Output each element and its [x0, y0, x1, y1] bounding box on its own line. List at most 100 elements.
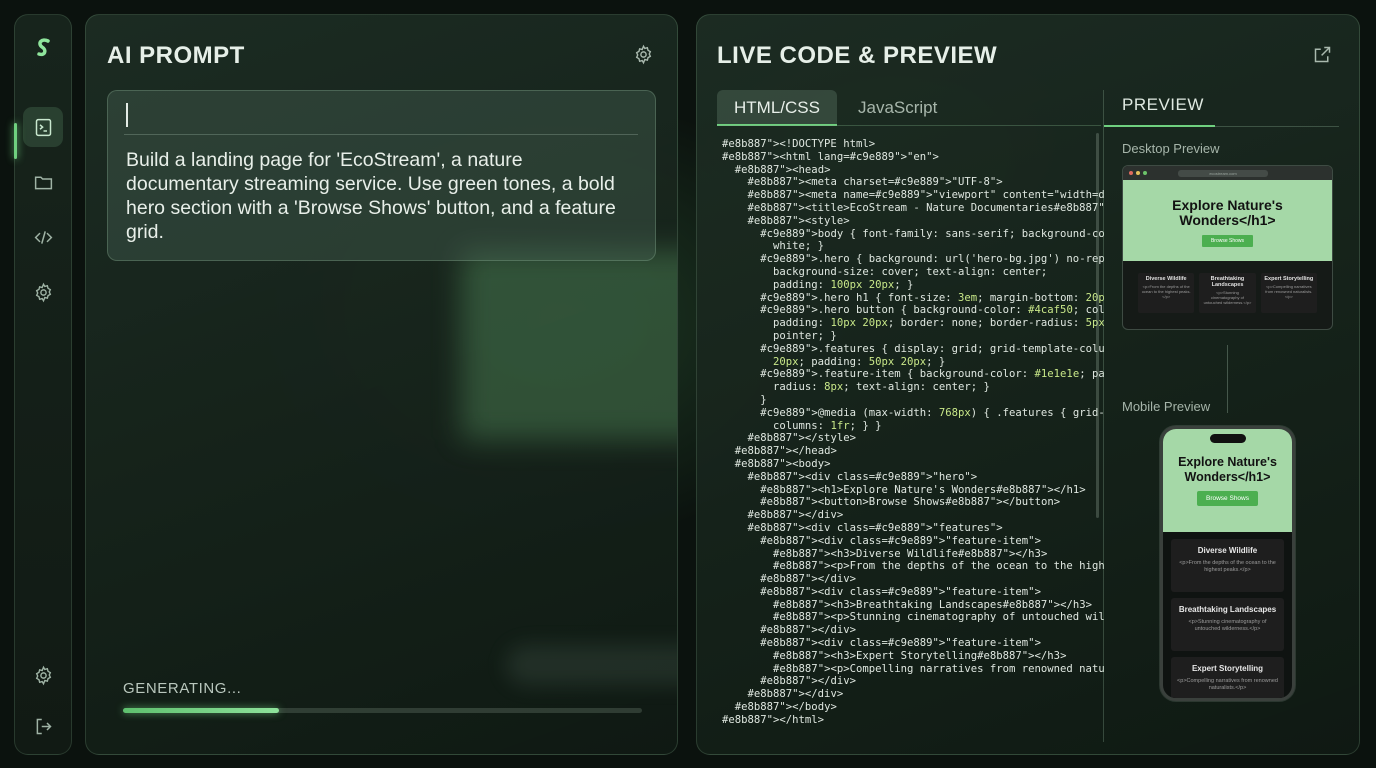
code-line: #e8b887"><style>: [747, 214, 850, 227]
code-line: #e8b887"></html>: [722, 713, 825, 726]
code-line: #e8b887"><div class=#c9e889">"feature-it…: [760, 585, 1041, 598]
feature-title: Expert Storytelling: [1264, 276, 1314, 282]
code-line: #e8b887"><h3>Diverse Wildlife#e8b887"></…: [773, 547, 1048, 560]
feature-text: <p>From the depths of the ocean to the h…: [1141, 284, 1191, 299]
minimize-dot-icon: [1136, 171, 1140, 175]
desktop-browse-button[interactable]: Browse Shows: [1201, 235, 1254, 247]
code-line: }: [722, 393, 767, 406]
terminal-file-icon: [35, 118, 51, 136]
feature-text: <p>From the depths of the ocean to the h…: [1179, 560, 1276, 573]
logo-icon: [37, 38, 50, 57]
preview-tab[interactable]: PREVIEW: [1122, 95, 1204, 115]
desktop-preview-label: Desktop Preview: [1122, 141, 1220, 156]
code-line: #e8b887"><div class=#c9e889">"feature-it…: [760, 534, 1041, 547]
code-line: pointer; }: [722, 329, 837, 342]
open-external-button[interactable]: [1308, 40, 1336, 68]
sidebar-logout[interactable]: [23, 706, 63, 746]
live-code-panel: LIVE CODE & PREVIEW HTML/CSS JavaScript …: [696, 14, 1360, 755]
sidebar-item-files[interactable]: [23, 162, 63, 202]
code-line: #e8b887"></div>: [747, 509, 844, 522]
desktop-feature-grid: Diverse Wildlife <p>From the depths of t…: [1123, 261, 1332, 313]
feature-title: Expert Storytelling: [1191, 664, 1264, 673]
prompt-input[interactable]: [124, 101, 638, 135]
code-line: #e8b887"><head>: [734, 163, 831, 176]
code-line: white; }: [722, 240, 825, 253]
tab-html-css[interactable]: HTML/CSS: [717, 90, 837, 126]
code-line: padding: 10px 20px; border: none; border…: [722, 317, 1104, 330]
feature-text: <p>Compelling narratives from renowned n…: [1265, 284, 1313, 299]
sidebar-bottom-settings[interactable]: [23, 655, 63, 695]
app-logo[interactable]: [29, 33, 59, 63]
mobile-feature-card: Breathtaking Landscapes <p>Stunning cine…: [1171, 598, 1284, 651]
code-line: #e8b887"></body>: [734, 701, 837, 714]
code-line: #c9e889">.hero button { background-color…: [760, 304, 1104, 317]
code-line: #e8b887"></div>: [760, 675, 856, 688]
mobile-preview[interactable]: Explore Nature's Wonders</h1> Browse Sho…: [1160, 426, 1295, 701]
sidebar-item-settings[interactable]: [23, 272, 63, 312]
prompt-text[interactable]: Build a landing page for 'EcoStream', a …: [126, 148, 636, 244]
code-line: #e8b887"><p>From the depths of the ocean…: [773, 560, 1104, 573]
gear-icon: [635, 44, 651, 64]
code-line: #e8b887"><h3>Breathtaking Landscapes#e8b…: [773, 598, 1092, 611]
code-line: #c9e889">.feature-item { background-colo…: [760, 368, 1104, 381]
active-indicator: [14, 123, 17, 159]
tab-javascript[interactable]: JavaScript: [841, 90, 954, 126]
panel-title: LIVE CODE & PREVIEW: [717, 42, 998, 69]
code-line: #e8b887"><h1>Explore Nature's Wonders#e8…: [760, 483, 1086, 496]
feature-text: <p>Stunning cinematography of untouched …: [1188, 619, 1267, 632]
mobile-browse-button[interactable]: Browse Shows: [1197, 491, 1258, 506]
feature-title: Diverse Wildlife: [1197, 546, 1258, 555]
folder-icon: [34, 176, 52, 189]
code-line: #c9e889">.features { display: grid; grid…: [760, 342, 1104, 355]
code-line: #e8b887"><meta charset=#c9e889">"UTF-8">: [747, 176, 1003, 189]
feature-text: <p>Compelling narratives from renowned n…: [1177, 678, 1278, 691]
code-line: radius: 8px; text-align: center; }: [722, 381, 990, 394]
code-line: padding: 100px 20px; }: [722, 278, 914, 291]
code-line: columns: 1fr; } }: [722, 419, 882, 432]
logout-icon: [36, 718, 52, 734]
desktop-hero: Explore Nature's Wonders</h1> Browse Sho…: [1123, 180, 1332, 261]
mobile-hero-title: Explore Nature's Wonders</h1>: [1178, 455, 1277, 484]
code-icon: [34, 230, 52, 244]
code-line: #e8b887"></style>: [747, 432, 856, 445]
desktop-feature-card: Diverse Wildlife <p>From the depths of t…: [1138, 273, 1195, 313]
desktop-preview[interactable]: ecostream.com Explore Nature's Wonders</…: [1122, 165, 1333, 330]
code-line: #e8b887"><title>EcoStream - Nature Docum…: [747, 201, 1104, 214]
code-line: 20px; padding: 50px 20px; }: [773, 355, 946, 368]
code-line: #e8b887"></head>: [734, 445, 837, 458]
sidebar: [14, 14, 72, 755]
preview-connector: [1227, 345, 1228, 413]
code-scrollbar[interactable]: [1096, 133, 1099, 518]
code-line: #e8b887"><!DOCTYPE html>: [722, 138, 876, 150]
panel-title: AI PROMPT: [107, 42, 245, 69]
code-line: #c9e889">.hero { background: url('hero-b…: [760, 253, 1104, 266]
mobile-feature-card: Expert Storytelling <p>Compelling narrat…: [1171, 657, 1284, 698]
prompt-box: Build a landing page for 'EcoStream', a …: [107, 90, 656, 261]
progress-fill: [123, 708, 279, 713]
ai-prompt-panel: AI PROMPT Build a landing page for 'EcoS…: [85, 14, 678, 755]
code-line: #c9e889">@media (max-width: 768px) { .fe…: [760, 406, 1104, 419]
code-line: #c9e889">body { font-family: sans-serif;…: [760, 227, 1104, 240]
desktop-feature-card: Expert Storytelling <p>Compelling narrat…: [1260, 273, 1317, 313]
mobile-preview-label: Mobile Preview: [1122, 399, 1211, 414]
code-line: #e8b887"></div>: [747, 688, 844, 701]
mobile-hero: Explore Nature's Wonders</h1> Browse Sho…: [1163, 429, 1292, 532]
code-line: #e8b887"><div class=#c9e889">"feature-it…: [760, 637, 1041, 650]
sidebar-item-code[interactable]: [23, 217, 63, 257]
panel-divider: [1103, 90, 1104, 742]
code-editor[interactable]: #e8b887"><!DOCTYPE html> #e8b887"><html l…: [722, 138, 1104, 738]
sidebar-item-prompt[interactable]: [23, 107, 63, 147]
mobile-feature-card: Diverse Wildlife <p>From the depths of t…: [1171, 539, 1284, 592]
desktop-feature-card: Breathtaking Landscapes <p>Stunning cine…: [1199, 273, 1256, 313]
prompt-settings-button[interactable]: [629, 40, 657, 68]
code-line: #e8b887"><h3>Expert Storytelling#e8b887"…: [773, 649, 1067, 662]
code-line: #e8b887"><button>Browse Shows#e8b887"></…: [760, 496, 1061, 509]
code-line: #e8b887"></div>: [760, 624, 856, 637]
feature-title: Breathtaking Landscapes: [1178, 605, 1277, 614]
gear-icon: [35, 282, 51, 302]
code-line: #e8b887"><meta name=#c9e889">"viewport" …: [747, 189, 1104, 202]
phone-notch: [1210, 434, 1246, 443]
preview-tab-indicator: [1104, 125, 1215, 127]
mobile-feature-list: Diverse Wildlife <p>From the depths of t…: [1163, 532, 1292, 698]
code-line: #e8b887"><html lang=#c9e889">"en">: [722, 150, 939, 163]
